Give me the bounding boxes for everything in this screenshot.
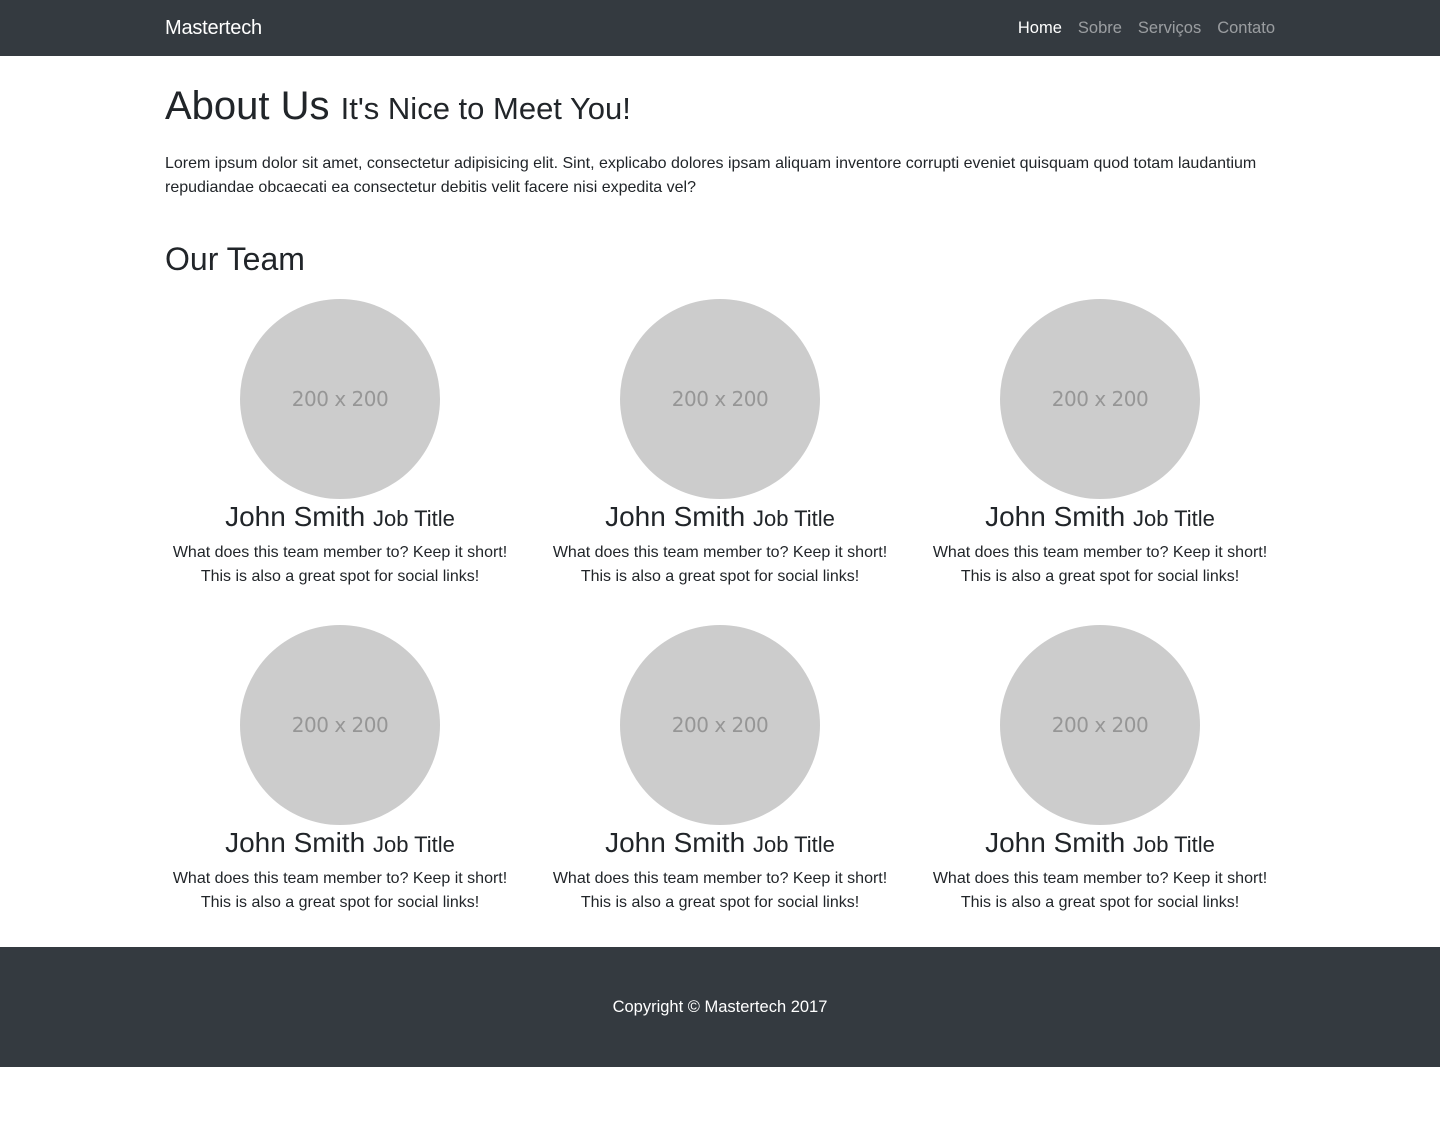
member-name: John Smith bbox=[605, 501, 746, 533]
member-description: What does this team member to? Keep it s… bbox=[552, 543, 888, 585]
nav-links: Home Sobre Serviços Contato bbox=[1010, 19, 1275, 38]
member-heading: John Smith Job Title bbox=[165, 500, 515, 534]
about-heading: About Us It's Nice to Meet You! bbox=[165, 82, 1275, 130]
member-avatar: 200 x 200 bbox=[620, 299, 820, 500]
navbar-inner: Mastertech Home Sobre Serviços Contato bbox=[165, 0, 1275, 56]
member-heading: John Smith Job Title bbox=[545, 500, 895, 534]
about-subtitle: It's Nice to Meet You! bbox=[340, 91, 631, 126]
member-job-title: Job Title bbox=[752, 506, 835, 532]
member-heading: John Smith Job Title bbox=[925, 500, 1275, 534]
member-job-title: Job Title bbox=[752, 832, 835, 858]
member-name: John Smith bbox=[605, 827, 746, 859]
team-member-card: 200 x 200 John Smith Job Title What does… bbox=[545, 299, 895, 625]
team-member-card: 200 x 200 John Smith Job Title What does… bbox=[925, 625, 1275, 951]
main-content: About Us It's Nice to Meet You! Lorem ip… bbox=[165, 82, 1275, 951]
team-member-card: 200 x 200 John Smith Job Title What does… bbox=[545, 625, 895, 951]
member-avatar: 200 x 200 bbox=[1000, 299, 1200, 500]
member-avatar: 200 x 200 bbox=[1000, 625, 1200, 826]
footer: Copyright © Mastertech 2017 bbox=[0, 947, 1440, 1067]
team-member-card: 200 x 200 John Smith Job Title What does… bbox=[165, 299, 515, 625]
about-text: Lorem ipsum dolor sit amet, consectetur … bbox=[165, 155, 1257, 196]
member-job-title: Job Title bbox=[372, 506, 455, 532]
team-member-card: 200 x 200 John Smith Job Title What does… bbox=[165, 625, 515, 951]
member-description: What does this team member to? Keep it s… bbox=[172, 543, 508, 585]
member-name: John Smith bbox=[225, 501, 366, 533]
member-description: What does this team member to? Keep it s… bbox=[172, 869, 508, 911]
member-name: John Smith bbox=[985, 827, 1126, 859]
member-description: What does this team member to? Keep it s… bbox=[932, 869, 1268, 911]
nav-link-sobre[interactable]: Sobre bbox=[1070, 19, 1130, 38]
copyright-text: Copyright © Mastertech 2017 bbox=[612, 997, 828, 1016]
member-job-title: Job Title bbox=[1132, 506, 1215, 532]
member-description: What does this team member to? Keep it s… bbox=[932, 543, 1268, 585]
nav-link-home[interactable]: Home bbox=[1010, 19, 1070, 38]
member-name: John Smith bbox=[225, 827, 366, 859]
member-heading: John Smith Job Title bbox=[165, 826, 515, 860]
member-avatar: 200 x 200 bbox=[620, 625, 820, 826]
team-heading: Our Team bbox=[165, 241, 305, 277]
member-job-title: Job Title bbox=[1132, 832, 1215, 858]
member-avatar: 200 x 200 bbox=[240, 299, 440, 500]
member-description: What does this team member to? Keep it s… bbox=[552, 869, 888, 911]
nav-link-contato[interactable]: Contato bbox=[1209, 19, 1275, 38]
member-name: John Smith bbox=[985, 501, 1126, 533]
team-member-card: 200 x 200 John Smith Job Title What does… bbox=[925, 299, 1275, 625]
nav-link-servicos[interactable]: Serviços bbox=[1130, 19, 1209, 38]
member-job-title: Job Title bbox=[372, 832, 455, 858]
brand-link[interactable]: Mastertech bbox=[165, 17, 262, 40]
member-avatar: 200 x 200 bbox=[240, 625, 440, 826]
member-heading: John Smith Job Title bbox=[925, 826, 1275, 860]
team-grid: 200 x 200 John Smith Job Title What does… bbox=[165, 299, 1275, 951]
about-title: About Us bbox=[165, 84, 330, 128]
member-heading: John Smith Job Title bbox=[545, 826, 895, 860]
navbar: Mastertech Home Sobre Serviços Contato bbox=[0, 0, 1440, 56]
